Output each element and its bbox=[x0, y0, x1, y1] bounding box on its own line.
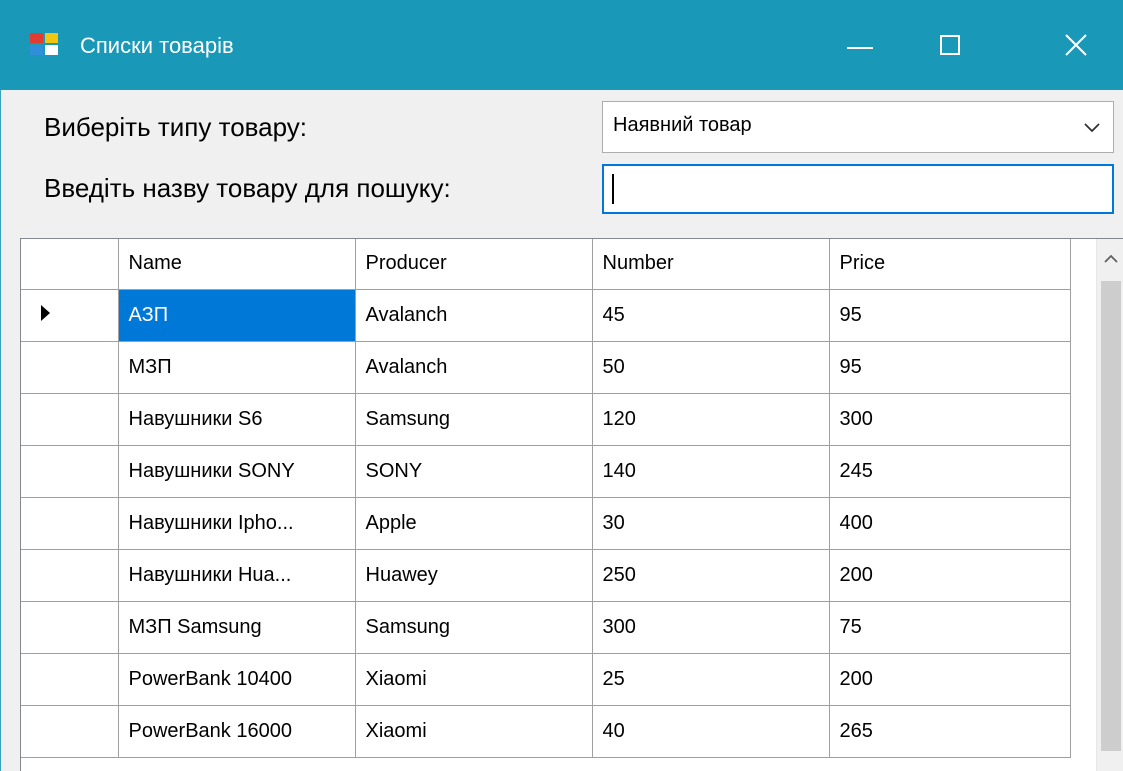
cell-name[interactable]: АЗП bbox=[117, 288, 356, 342]
cell-number[interactable]: 140 bbox=[591, 444, 830, 498]
product-type-label: Виберіть типу товару: bbox=[44, 112, 308, 142]
app-icon bbox=[30, 33, 58, 55]
cell-name[interactable]: Навушники S6 bbox=[117, 392, 356, 446]
cell-name[interactable]: Навушники Hua... bbox=[117, 548, 356, 602]
table-row[interactable]: АЗП Avalanch 45 95 bbox=[21, 288, 1071, 342]
cell-number[interactable]: 45 bbox=[591, 288, 830, 342]
products-grid[interactable]: Name Producer Number Price АЗП Avalanch 45… bbox=[20, 238, 1123, 771]
row-header[interactable] bbox=[21, 392, 119, 446]
text-caret bbox=[612, 174, 614, 204]
row-header[interactable] bbox=[21, 600, 119, 654]
current-row-pointer-icon bbox=[41, 304, 50, 321]
scroll-thumb[interactable] bbox=[1101, 281, 1121, 751]
cell-price[interactable]: 95 bbox=[828, 288, 1071, 342]
grid-body: АЗП Avalanch 45 95 МЗП Avalanch 50 95 Навушники … bbox=[21, 288, 1071, 758]
table-row[interactable]: МЗП Avalanch 50 95 bbox=[21, 340, 1071, 394]
cell-price[interactable]: 300 bbox=[828, 392, 1071, 446]
cell-number[interactable]: 50 bbox=[591, 340, 830, 394]
cell-price[interactable]: 265 bbox=[828, 704, 1071, 758]
product-type-select[interactable]: Наявний товар bbox=[602, 101, 1114, 153]
window-title: Списки товарів bbox=[80, 33, 234, 58]
table-row[interactable]: PowerBank 10400 Xiaomi 25 200 bbox=[21, 652, 1071, 706]
column-header-price[interactable]: Price bbox=[828, 239, 1071, 290]
row-header-corner bbox=[21, 239, 119, 290]
row-header[interactable] bbox=[21, 548, 119, 602]
scroll-up-button[interactable] bbox=[1097, 239, 1123, 279]
cell-producer[interactable]: Xiaomi bbox=[354, 652, 593, 706]
maximize-button[interactable] bbox=[905, 0, 995, 90]
product-type-value: Наявний товар bbox=[613, 114, 752, 136]
cell-number[interactable]: 300 bbox=[591, 600, 830, 654]
close-icon bbox=[1064, 34, 1087, 56]
cell-producer[interactable]: Apple bbox=[354, 496, 593, 550]
chevron-down-icon bbox=[1084, 123, 1100, 133]
search-input[interactable] bbox=[602, 164, 1114, 214]
cell-price[interactable]: 200 bbox=[828, 548, 1071, 602]
cell-number[interactable]: 25 bbox=[591, 652, 830, 706]
cell-producer[interactable]: SONY bbox=[354, 444, 593, 498]
table-row[interactable]: PowerBank 16000 Xiaomi 40 265 bbox=[21, 704, 1071, 758]
cell-name[interactable]: МЗП Samsung bbox=[117, 600, 356, 654]
cell-price[interactable]: 245 bbox=[828, 444, 1071, 498]
minimize-icon bbox=[847, 47, 873, 49]
table-row[interactable]: Навушники Ipho... Apple 30 400 bbox=[21, 496, 1071, 550]
table-row[interactable]: МЗП Samsung Samsung 300 75 bbox=[21, 600, 1071, 654]
maximize-icon bbox=[940, 35, 960, 55]
cell-price[interactable]: 95 bbox=[828, 340, 1071, 394]
cell-producer[interactable]: Xiaomi bbox=[354, 704, 593, 758]
row-header[interactable] bbox=[21, 444, 119, 498]
cell-price[interactable]: 75 bbox=[828, 600, 1071, 654]
column-header-producer[interactable]: Producer bbox=[354, 239, 593, 290]
cell-name[interactable]: Навушники Ipho... bbox=[117, 496, 356, 550]
row-header[interactable] bbox=[21, 496, 119, 550]
vertical-scrollbar[interactable] bbox=[1096, 239, 1123, 771]
cell-producer[interactable]: Avalanch bbox=[354, 340, 593, 394]
cell-name[interactable]: Навушники SONY bbox=[117, 444, 356, 498]
cell-name[interactable]: PowerBank 10400 bbox=[117, 652, 356, 706]
cell-name[interactable]: PowerBank 16000 bbox=[117, 704, 356, 758]
cell-producer[interactable]: Samsung bbox=[354, 600, 593, 654]
column-header-name[interactable]: Name bbox=[117, 239, 356, 290]
table-row[interactable]: Навушники S6 Samsung 120 300 bbox=[21, 392, 1071, 446]
cell-number[interactable]: 40 bbox=[591, 704, 830, 758]
cell-number[interactable]: 30 bbox=[591, 496, 830, 550]
cell-number[interactable]: 250 bbox=[591, 548, 830, 602]
table-row[interactable]: Навушники SONY SONY 140 245 bbox=[21, 444, 1071, 498]
row-header[interactable] bbox=[21, 652, 119, 706]
row-header[interactable] bbox=[21, 340, 119, 394]
minimize-button[interactable] bbox=[815, 0, 905, 90]
cell-price[interactable]: 400 bbox=[828, 496, 1071, 550]
cell-producer[interactable]: Samsung bbox=[354, 392, 593, 446]
products-table: Name Producer Number Price АЗП Avalanch 45… bbox=[21, 239, 1071, 758]
row-header[interactable] bbox=[21, 704, 119, 758]
search-label: Введіть назву товару для пошуку: bbox=[44, 173, 451, 203]
column-header-number[interactable]: Number bbox=[591, 239, 830, 290]
cell-producer[interactable]: Avalanch bbox=[354, 288, 593, 342]
close-button[interactable] bbox=[1028, 0, 1123, 90]
cell-number[interactable]: 120 bbox=[591, 392, 830, 446]
chevron-up-icon bbox=[1104, 254, 1118, 263]
title-bar: Списки товарів bbox=[0, 0, 1123, 90]
table-row[interactable]: Навушники Hua... Huawey 250 200 bbox=[21, 548, 1071, 602]
cell-price[interactable]: 200 bbox=[828, 652, 1071, 706]
cell-producer[interactable]: Huawey bbox=[354, 548, 593, 602]
cell-name[interactable]: МЗП bbox=[117, 340, 356, 394]
header-row: Name Producer Number Price bbox=[21, 239, 1071, 290]
row-header[interactable] bbox=[21, 288, 119, 342]
